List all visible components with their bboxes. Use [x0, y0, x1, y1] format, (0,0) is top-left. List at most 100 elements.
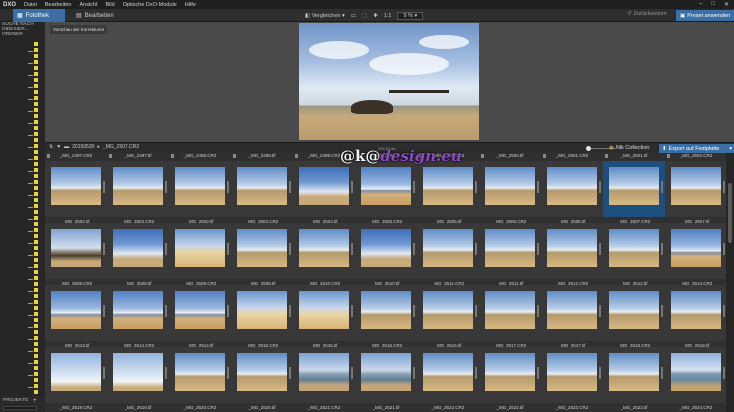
rating-marker-icon[interactable]: [413, 367, 415, 379]
thumbnail-image[interactable]: [237, 353, 287, 391]
thumbnail-image[interactable]: [423, 167, 473, 205]
rating-marker-icon[interactable]: [165, 305, 167, 317]
thumbnail-image[interactable]: [485, 353, 535, 391]
thumbnail-cell[interactable]: _MG_2521.tif: [355, 339, 417, 412]
zoom-percent-select[interactable]: 9 % ▾: [397, 11, 424, 20]
rating-marker-icon[interactable]: [599, 305, 601, 317]
thumbnail-image[interactable]: [51, 229, 101, 267]
thumbnail-size-slider-knob[interactable]: [586, 146, 591, 151]
thumbnail-image[interactable]: [237, 229, 287, 267]
rating-marker-icon[interactable]: [599, 243, 601, 255]
menu-item-help[interactable]: Hilfe: [181, 2, 200, 8]
rating-marker-icon[interactable]: [661, 181, 663, 193]
rating-marker-icon[interactable]: [723, 181, 725, 193]
menu-item-edit[interactable]: Bearbeiten: [41, 2, 76, 8]
thumbnail-cell[interactable]: _MG_2524.CR2: [665, 339, 727, 412]
thumbnail-image[interactable]: [175, 229, 225, 267]
rating-marker-icon[interactable]: [351, 243, 353, 255]
thumbnail-image[interactable]: [299, 229, 349, 267]
thumbnail-image[interactable]: [299, 353, 349, 391]
thumbnail-image[interactable]: [51, 167, 101, 205]
close-button[interactable]: ✕: [724, 1, 729, 8]
rating-marker-icon[interactable]: [475, 367, 477, 379]
fit-icon[interactable]: ⬚: [362, 13, 367, 19]
rating-marker-icon[interactable]: [475, 305, 477, 317]
preview-image[interactable]: [299, 23, 479, 140]
thumbnail-image[interactable]: [299, 167, 349, 205]
thumbnail-cell[interactable]: _MG_2519.CR2: [45, 339, 107, 412]
menu-item-file[interactable]: Datei: [20, 2, 41, 8]
reset-button[interactable]: ↺ Zurücksetzen: [627, 11, 667, 17]
thumbnail-image[interactable]: [609, 291, 659, 329]
thumbnail-image[interactable]: [423, 291, 473, 329]
thumbnail-image[interactable]: [547, 229, 597, 267]
compare-button[interactable]: ◧ Vergleichen ▾: [305, 13, 345, 19]
folder-section-label[interactable]: ORDNER: [0, 32, 45, 37]
thumbnail-image[interactable]: [423, 353, 473, 391]
rating-marker-icon[interactable]: [413, 181, 415, 193]
rating-marker-icon[interactable]: [475, 243, 477, 255]
nik-collection-button[interactable]: ◉ Nik Collection: [609, 145, 649, 151]
thumbnail-image[interactable]: [113, 229, 163, 267]
thumbnail-image[interactable]: [361, 353, 411, 391]
rating-marker-icon[interactable]: [537, 243, 539, 255]
minimize-button[interactable]: –: [699, 1, 702, 8]
rating-marker-icon[interactable]: [165, 181, 167, 193]
rating-marker-icon[interactable]: [413, 305, 415, 317]
thumbnail-cell[interactable]: _MG_2522.CR2: [417, 339, 479, 412]
thumbnail-image[interactable]: [361, 291, 411, 329]
folder-tree[interactable]: [24, 42, 38, 402]
thumbnail-image[interactable]: [547, 353, 597, 391]
thumbnail-image[interactable]: [113, 291, 163, 329]
rating-marker-icon[interactable]: [537, 367, 539, 379]
menu-item-view[interactable]: Ansicht: [75, 2, 101, 8]
rating-marker-icon[interactable]: [351, 305, 353, 317]
rating-marker-icon[interactable]: [537, 181, 539, 193]
thumbnail-cell[interactable]: _MG_2523.CR2: [541, 339, 603, 412]
rating-marker-icon[interactable]: [227, 367, 229, 379]
rating-marker-icon[interactable]: [227, 181, 229, 193]
projects-label[interactable]: PROJEKTE: [1, 398, 28, 403]
thumbnail-image[interactable]: [671, 229, 721, 267]
rating-marker-icon[interactable]: [289, 243, 291, 255]
rating-marker-icon[interactable]: [661, 243, 663, 255]
thumbnail-image[interactable]: [671, 167, 721, 205]
thumbnail-image[interactable]: [485, 229, 535, 267]
rating-marker-icon[interactable]: [103, 305, 105, 317]
maximize-button[interactable]: □: [711, 1, 715, 8]
thumbnail-image[interactable]: [485, 291, 535, 329]
menu-item-optics[interactable]: Optische DxO-Module: [119, 2, 181, 8]
rating-marker-icon[interactable]: [165, 367, 167, 379]
breadcrumb-folder[interactable]: 20150530: [72, 144, 94, 150]
apply-preset-button[interactable]: ▣ Preset anwenden: [676, 10, 734, 21]
thumbnail-image[interactable]: [671, 353, 721, 391]
thumbnail-image[interactable]: [547, 167, 597, 205]
rating-marker-icon[interactable]: [103, 367, 105, 379]
rating-marker-icon[interactable]: [289, 181, 291, 193]
rating-marker-icon[interactable]: [475, 181, 477, 193]
rating-marker-icon[interactable]: [227, 243, 229, 255]
rating-marker-icon[interactable]: [289, 305, 291, 317]
rating-marker-icon[interactable]: [413, 243, 415, 255]
tab-edit[interactable]: ▤ Bearbeiten: [76, 9, 114, 22]
thumbnail-image[interactable]: [113, 353, 163, 391]
rating-marker-icon[interactable]: [537, 305, 539, 317]
thumbnail-cell[interactable]: _MG_2523.tif: [603, 339, 665, 412]
rating-marker-icon[interactable]: [351, 367, 353, 379]
zoom-ratio-button[interactable]: 1:1: [384, 13, 392, 19]
thumbnail-cell[interactable]: _MG_2519.tif: [107, 339, 169, 412]
thumbnail-image[interactable]: [423, 229, 473, 267]
thumbnail-image[interactable]: [51, 353, 101, 391]
thumbnail-image[interactable]: [361, 229, 411, 267]
projects-list[interactable]: [3, 406, 37, 410]
tab-library[interactable]: ▦ Fotothek: [13, 9, 65, 22]
rating-marker-icon[interactable]: [661, 367, 663, 379]
menu-item-image[interactable]: Bild: [102, 2, 119, 8]
rating-marker-icon[interactable]: [723, 305, 725, 317]
thumbnail-image[interactable]: [609, 353, 659, 391]
rating-marker-icon[interactable]: [599, 367, 601, 379]
rating-marker-icon[interactable]: [723, 243, 725, 255]
rating-marker-icon[interactable]: [227, 305, 229, 317]
thumbnail-cell[interactable]: _MG_2520.tif: [231, 339, 293, 412]
rating-marker-icon[interactable]: [103, 243, 105, 255]
